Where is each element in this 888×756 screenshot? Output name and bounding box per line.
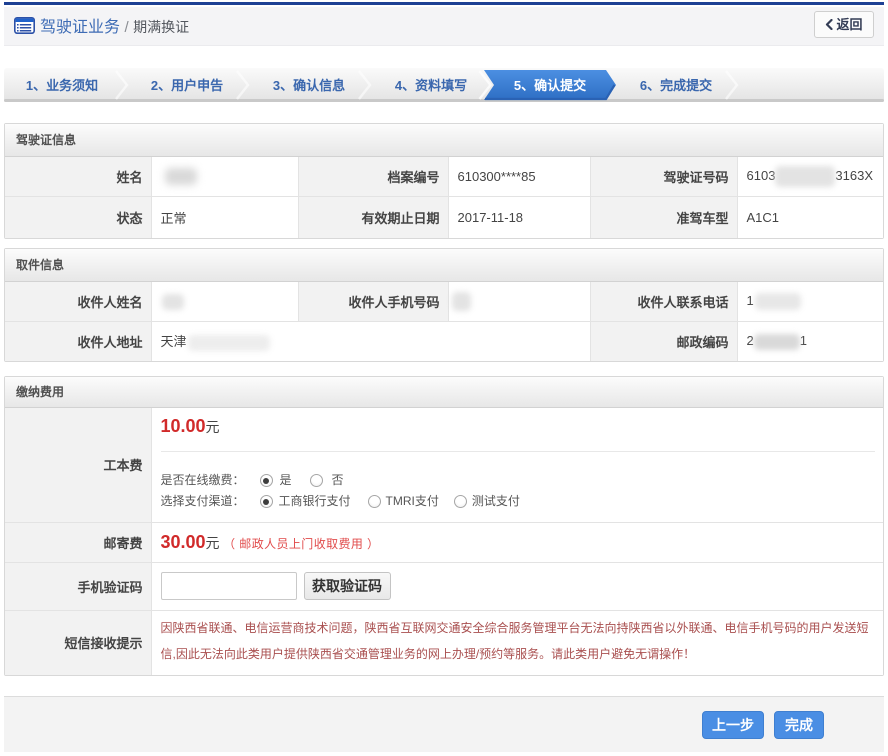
svg-text:3、确认信息: 3、确认信息 bbox=[273, 78, 345, 93]
svg-text:6、完成提交: 6、完成提交 bbox=[640, 78, 712, 93]
svg-text:4、资料填写: 4、资料填写 bbox=[395, 78, 467, 93]
svg-text:1、业务须知: 1、业务须知 bbox=[26, 78, 98, 93]
svg-text:2、用户申告: 2、用户申告 bbox=[151, 78, 223, 93]
svg-text:5、确认提交: 5、确认提交 bbox=[514, 78, 586, 93]
